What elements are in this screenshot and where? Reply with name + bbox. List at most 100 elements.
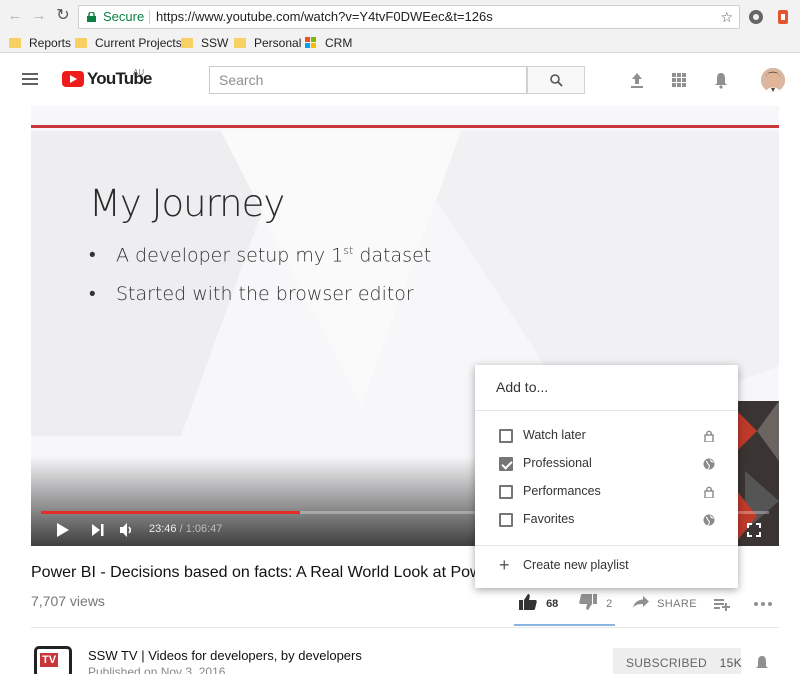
folder-icon — [9, 38, 21, 48]
duration: 1:06:47 — [185, 523, 223, 535]
channel-name[interactable]: SSW TV | Videos for developers, by devel… — [88, 648, 362, 663]
add-to-playlist-icon[interactable] — [714, 598, 730, 611]
slide-bullet-1: • A developer setup my 1st dataset — [89, 244, 432, 267]
time-display: 23:46 / 1:06:47 — [149, 523, 222, 535]
forward-arrow-icon[interactable]: → — [31, 8, 47, 24]
play-icon[interactable] — [56, 522, 70, 538]
notification-bell-icon[interactable] — [754, 655, 770, 673]
add-to-playlist-dialog: Add to... Watch later Professional Perfo… — [475, 365, 738, 588]
create-playlist-label: Create new playlist — [523, 558, 629, 572]
playlist-item-performances[interactable]: Performances — [475, 478, 738, 506]
playlist-label: Watch later — [523, 428, 586, 442]
microsoft-logo-icon — [305, 37, 317, 49]
bookmark-current-projects[interactable]: Current Projects — [75, 35, 182, 51]
progress-played — [41, 511, 301, 514]
folder-icon — [75, 38, 87, 48]
notifications-bell-icon[interactable] — [712, 71, 730, 89]
playlist-label: Favorites — [523, 512, 575, 526]
reload-icon[interactable]: ↻ — [55, 8, 71, 24]
create-new-playlist-button[interactable]: + Create new playlist — [475, 555, 738, 579]
bullet-superscript: st — [343, 244, 354, 257]
globe-icon — [703, 458, 715, 470]
bookmark-reports[interactable]: Reports — [9, 35, 71, 51]
office-extension-icon[interactable] — [775, 9, 791, 25]
playlist-item-professional[interactable]: Professional — [475, 450, 738, 478]
bookmark-ssw[interactable]: SSW — [181, 35, 228, 51]
video-title: Power BI - Decisions based on facts: A R… — [31, 564, 491, 581]
playlist-label: Performances — [523, 484, 601, 498]
bookmark-crm[interactable]: CRM — [305, 35, 352, 51]
share-label: SHARE — [657, 598, 697, 610]
bookmark-star-icon[interactable]: ☆ — [720, 6, 733, 28]
subscriber-count: 15K — [719, 656, 742, 670]
search-icon — [550, 74, 563, 87]
url-text[interactable]: https://www.youtube.com/watch?v=Y4tvF0DW… — [156, 6, 493, 28]
slide-accent-line — [31, 125, 779, 128]
lock-icon — [704, 430, 714, 442]
subscribed-button[interactable]: SUBSCRIBED 15K — [613, 648, 742, 674]
avatar-face-icon — [761, 68, 785, 92]
playlist-item-favorites[interactable]: Favorites — [475, 506, 738, 534]
playlist-checkbox[interactable] — [499, 485, 513, 499]
browser-toolbar: ← → ↻ Secure https://www.youtube.com/wat… — [0, 0, 800, 33]
more-options-icon[interactable] — [754, 602, 772, 606]
back-arrow-icon[interactable]: ← — [7, 8, 23, 24]
publish-date: Published on Nov 3, 2016 — [88, 665, 226, 674]
slide-bullet-2: • Started with the browser editor — [89, 283, 414, 305]
menu-icon[interactable] — [22, 73, 38, 85]
bookmark-personal[interactable]: Personal — [234, 35, 301, 51]
address-separator — [149, 10, 150, 24]
upload-icon[interactable] — [628, 71, 646, 89]
playlist-item-watch-later[interactable]: Watch later — [475, 422, 738, 450]
playlist-checkbox-checked[interactable] — [499, 457, 513, 471]
share-arrow-icon — [633, 596, 649, 608]
bullet-text: dataset — [353, 244, 432, 267]
like-count: 68 — [546, 598, 559, 610]
share-button[interactable]: SHARE — [633, 596, 697, 610]
extension-icon[interactable] — [748, 9, 764, 25]
section-divider — [31, 627, 779, 628]
bullet-text: Started with the browser editor — [116, 283, 414, 305]
region-code: AU — [133, 68, 145, 77]
secure-label: Secure — [103, 9, 145, 24]
user-avatar[interactable] — [761, 68, 785, 92]
playlist-checkbox[interactable] — [499, 513, 513, 527]
globe-icon — [703, 514, 715, 526]
dislike-count: 2 — [606, 598, 613, 610]
dialog-title: Add to... — [496, 379, 549, 395]
playlist-label: Professional — [523, 456, 592, 470]
screen: ← → ↻ Secure https://www.youtube.com/wat… — [0, 0, 800, 674]
current-time: 23:46 — [149, 523, 177, 535]
like-ratio-bar — [514, 624, 615, 626]
folder-icon — [181, 38, 193, 48]
thumbs-up-icon — [519, 594, 537, 610]
address-bar[interactable]: Secure https://www.youtube.com/watch?v=Y… — [78, 5, 740, 29]
lock-icon — [704, 486, 714, 498]
bullet-text: A developer setup my 1 — [116, 244, 344, 267]
next-video-icon[interactable] — [91, 522, 105, 538]
plus-icon: + — [499, 555, 510, 575]
bookmark-label: Personal — [254, 36, 302, 50]
bookmark-label: Current Projects — [95, 36, 182, 50]
time-separator: / — [176, 523, 186, 535]
search-button[interactable] — [527, 66, 585, 94]
channel-avatar[interactable]: TV — [34, 646, 72, 674]
view-count: 7,707 views — [31, 593, 105, 609]
dislike-button[interactable]: 2 — [579, 594, 612, 610]
channel-logo-text: TV — [40, 653, 59, 667]
bookmark-label: Reports — [29, 36, 72, 50]
youtube-header: YouTube AU Search — [0, 54, 800, 106]
youtube-play-logo-icon — [62, 71, 84, 87]
dialog-divider — [475, 410, 738, 411]
search-input[interactable]: Search — [209, 66, 527, 94]
apps-grid-icon[interactable] — [670, 71, 688, 89]
like-button[interactable]: 68 — [519, 594, 558, 610]
playlist-checkbox[interactable] — [499, 429, 513, 443]
bookmark-label: SSW — [201, 36, 229, 50]
subscribed-label: SUBSCRIBED — [626, 656, 708, 670]
thumbs-down-icon — [579, 594, 597, 610]
folder-icon — [234, 38, 246, 48]
dialog-divider — [475, 545, 738, 546]
volume-icon[interactable] — [119, 522, 135, 538]
fullscreen-icon[interactable] — [747, 523, 761, 537]
